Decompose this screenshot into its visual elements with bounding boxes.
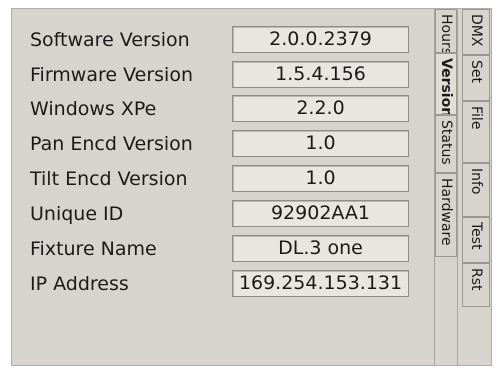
pan-encd-version-field: 1.0 <box>232 130 409 157</box>
windows-xpe-label: Windows XPe <box>30 98 157 120</box>
tab-hours[interactable]: Hours <box>435 9 457 53</box>
ip-address-label: IP Address <box>30 273 129 295</box>
tab-set[interactable]: Set <box>462 55 490 101</box>
tilt-encd-version-field: 1.0 <box>232 165 409 192</box>
unique-id-field: 92902AA1 <box>232 200 409 227</box>
windows-xpe-field: 2.2.0 <box>232 95 409 122</box>
tab-file[interactable]: File <box>462 101 490 163</box>
firmware-version-label: Firmware Version <box>30 64 193 86</box>
fixture-name-label: Fixture Name <box>30 238 157 260</box>
tab-dmx[interactable]: DMX <box>462 9 490 55</box>
software-version-label: Software Version <box>30 29 190 51</box>
tab-test[interactable]: Test <box>462 217 490 263</box>
unique-id-label: Unique ID <box>30 203 124 225</box>
tab-info[interactable]: Info <box>462 163 490 217</box>
fixture-name-field: DL.3 one <box>232 235 409 262</box>
tab-status[interactable]: Status <box>435 115 457 173</box>
tab-rst[interactable]: Rst <box>462 263 490 307</box>
outer-tab-divider <box>457 9 458 365</box>
tab-hardware[interactable]: Hardware <box>435 173 457 257</box>
pan-encd-version-label: Pan Encd Version <box>30 133 193 155</box>
tilt-encd-version-label: Tilt Encd Version <box>30 168 188 190</box>
software-version-field: 2.0.0.2379 <box>232 26 409 53</box>
version-panel: Software Version 2.0.0.2379 Firmware Ver… <box>11 8 492 366</box>
tab-version[interactable]: Version <box>435 53 457 115</box>
ip-address-field: 169.254.153.131 <box>232 270 409 297</box>
firmware-version-field: 1.5.4.156 <box>232 61 409 88</box>
